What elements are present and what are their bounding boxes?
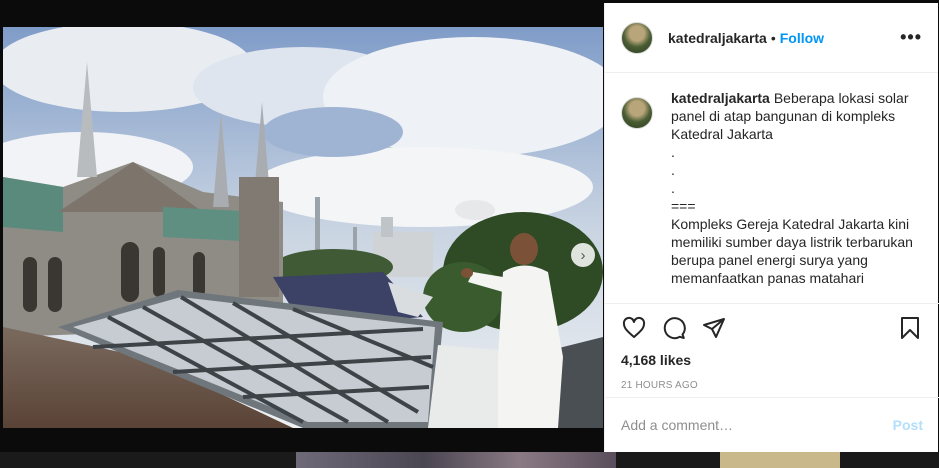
caption-username[interactable]: katedraljakarta	[671, 90, 770, 106]
caption-avatar[interactable]	[621, 97, 653, 129]
action-section: 4,168 likes 21 HOURS AGO	[605, 303, 939, 391]
caption-text: katedraljakarta Beberapa lokasi solar pan…	[671, 89, 923, 297]
comment-input[interactable]	[621, 417, 893, 433]
background-feed-thumbnail	[296, 452, 616, 468]
post-timestamp[interactable]: 21 HOURS AGO	[621, 380, 923, 391]
comment-box: Post	[605, 397, 939, 452]
avatar[interactable]	[621, 21, 653, 54]
caption-line-text: .	[671, 144, 675, 160]
likes-count[interactable]: 4,168 likes	[621, 352, 923, 368]
follow-button[interactable]: Follow	[780, 30, 824, 46]
cathedral-rooftop-image	[3, 27, 603, 428]
caption: katedraljakarta Beberapa lokasi solar pan…	[605, 89, 939, 297]
heart-icon[interactable]	[621, 315, 647, 341]
post-comment-button[interactable]: Post	[893, 417, 923, 433]
separator-bullet: •	[770, 29, 776, 46]
caption-line-text: Kompleks Gereja Katedral Jakarta kini me…	[671, 216, 913, 286]
caption-line-text: ===	[671, 198, 696, 214]
carousel-next-button[interactable]: ›	[571, 243, 595, 267]
post-header: katedraljakarta • Follow •••	[605, 3, 938, 73]
caption-line-text: .	[671, 162, 675, 178]
post-photo[interactable]: ›	[3, 27, 603, 428]
caption-line-text: .	[671, 180, 675, 196]
post-modal: › katedraljakarta • Follow ••• katedralj…	[0, 0, 939, 468]
more-options-icon[interactable]: •••	[900, 27, 922, 48]
background-feed-thumbnail	[720, 452, 840, 468]
post-side-panel: katedraljakarta • Follow ••• katedraljak…	[604, 3, 939, 452]
action-bar	[621, 304, 923, 352]
bookmark-icon[interactable]	[897, 315, 923, 341]
comment-bubble-icon[interactable]	[661, 315, 687, 341]
caption-first-line: katedraljakarta Beberapa lokasi solar pan…	[671, 89, 923, 143]
header-username[interactable]: katedraljakarta	[668, 30, 767, 46]
paper-plane-icon[interactable]	[701, 315, 727, 341]
